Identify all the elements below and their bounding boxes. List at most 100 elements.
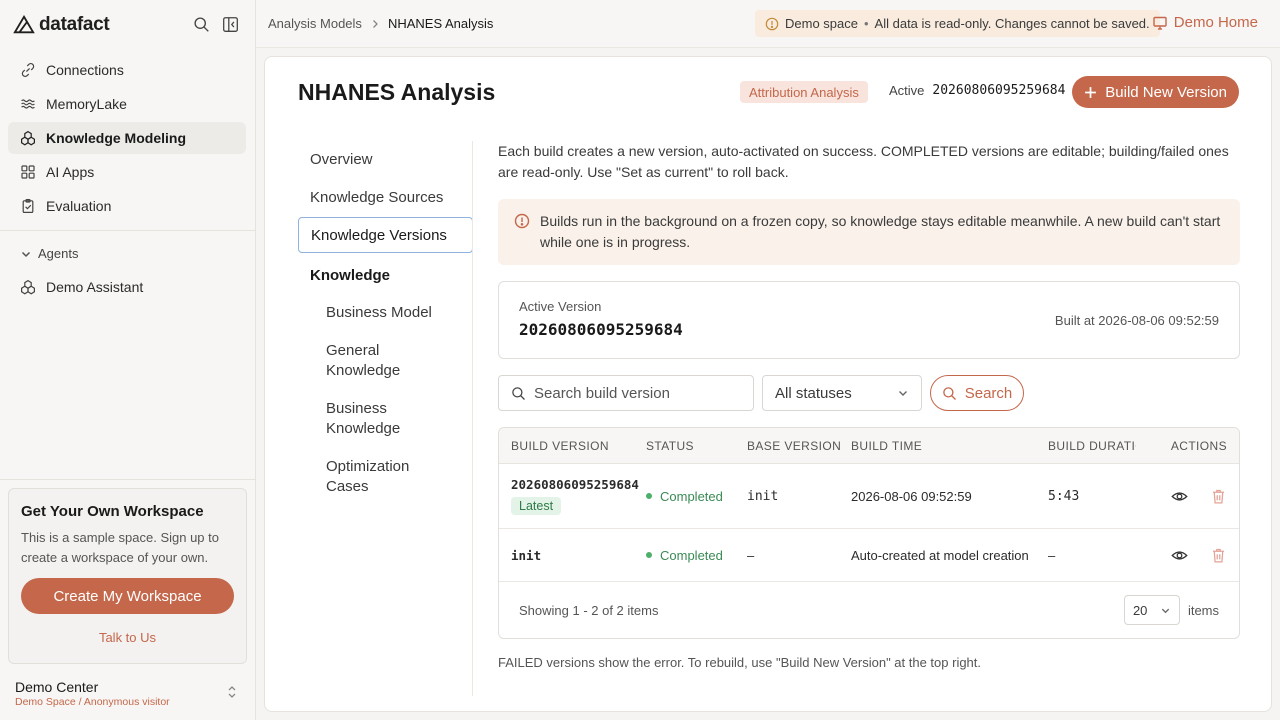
page-size-value: 20 bbox=[1132, 602, 1148, 618]
user-block[interactable]: Demo Center Demo Space / Anonymous visit… bbox=[15, 679, 170, 708]
chevron-down-icon bbox=[21, 251, 31, 257]
row-version-cell: 20260806095259684 Latest bbox=[499, 477, 646, 515]
active-version-label: Active Version bbox=[519, 299, 602, 314]
nav-item-label: Knowledge Modeling bbox=[46, 130, 186, 146]
intro-text: Each build creates a new version, auto-a… bbox=[498, 143, 1229, 180]
row-actions bbox=[1136, 547, 1239, 564]
row-status-cell: Completed bbox=[646, 489, 747, 504]
build-button-label: Build New Version bbox=[1105, 83, 1227, 101]
demo-home-label: Demo Home bbox=[1173, 14, 1258, 31]
user-name: Demo Center bbox=[15, 679, 99, 695]
eye-icon[interactable] bbox=[1171, 547, 1188, 564]
latest-badge: Latest bbox=[511, 497, 562, 515]
nav-item-connections[interactable]: Connections bbox=[8, 54, 246, 86]
row-build-time: Auto-created at model creation bbox=[851, 547, 1029, 563]
row-version: init bbox=[511, 547, 542, 563]
active-version-built-at: Built at 2026-08-06 09:52:59 bbox=[1054, 313, 1219, 328]
promo-title: Get Your Own Workspace bbox=[21, 503, 204, 520]
collapse-sidebar-icon[interactable] bbox=[222, 16, 239, 33]
info-icon bbox=[765, 17, 779, 30]
table-footer: Showing 1 - 2 of 2 items 20 items bbox=[499, 582, 1239, 638]
active-version-value: 20260806095259684 bbox=[932, 83, 1066, 98]
banner-separator-dot: • bbox=[863, 16, 869, 31]
chevron-updown-icon[interactable] bbox=[227, 685, 237, 699]
row-actions bbox=[1136, 488, 1239, 505]
sidebar-divider bbox=[0, 230, 255, 231]
active-version-number: 20260806095259684 bbox=[519, 320, 683, 339]
table-row: init Completed – Auto-created at model c… bbox=[499, 529, 1239, 582]
demo-home-link[interactable]: Demo Home bbox=[1152, 14, 1258, 31]
talk-to-us-link[interactable]: Talk to Us bbox=[21, 630, 234, 645]
chevron-down-icon bbox=[1161, 608, 1170, 613]
main-card: NHANES Analysis Attribution Analysis Act… bbox=[264, 56, 1272, 712]
sidebar-tools bbox=[193, 16, 239, 33]
datafact-logo-icon bbox=[13, 14, 35, 34]
search-icon[interactable] bbox=[193, 16, 210, 33]
active-version-meta: Active 20260806095259684 bbox=[889, 83, 1080, 98]
col-build-time: BUILD TIME bbox=[851, 438, 923, 453]
row-version-cell: init bbox=[499, 548, 646, 563]
subnav-business-knowledge[interactable]: Business Knowledge bbox=[298, 391, 438, 447]
breadcrumb: Analysis Models NHANES Analysis bbox=[268, 16, 493, 31]
nav-item-knowledge-modeling[interactable]: Knowledge Modeling bbox=[8, 122, 246, 154]
nav-item-ai-apps[interactable]: AI Apps bbox=[8, 156, 246, 188]
promo-text: This is a sample space. Sign up to creat… bbox=[21, 530, 219, 565]
pagination: 20 items bbox=[1123, 595, 1219, 625]
status-filter-select[interactable]: All statuses bbox=[762, 375, 922, 411]
status-completed: Completed bbox=[646, 489, 747, 504]
col-base-version: BASE VERSION bbox=[747, 438, 842, 453]
search-placeholder: Search build version bbox=[534, 384, 670, 402]
subnav-knowledge[interactable]: Knowledge bbox=[298, 257, 473, 293]
trash-icon[interactable] bbox=[1210, 547, 1227, 564]
row-status-cell: Completed bbox=[646, 548, 747, 563]
sidebar: datafact Connections MemoryLake Knowledg… bbox=[0, 0, 256, 720]
row-build-duration: 5:43 bbox=[1048, 488, 1080, 504]
cubes-icon bbox=[21, 130, 35, 146]
search-icon bbox=[512, 386, 525, 400]
brand-name: datafact bbox=[39, 14, 110, 35]
demo-banner-label: Demo space bbox=[785, 16, 858, 31]
status-completed: Completed bbox=[646, 548, 747, 563]
demo-banner: Demo space • All data is read-only. Chan… bbox=[755, 10, 1160, 37]
col-status: STATUS bbox=[646, 438, 694, 453]
subnav-general-knowledge[interactable]: General Knowledge bbox=[298, 333, 438, 389]
nav-item-memorylake[interactable]: MemoryLake bbox=[8, 88, 246, 120]
nav-item-label: Connections bbox=[46, 62, 124, 78]
agent-item-demo-assistant[interactable]: Demo Assistant bbox=[20, 279, 143, 295]
versions-table: BUILD VERSION STATUS BASE VERSION BUILD … bbox=[498, 427, 1240, 639]
subnav-knowledge-sources[interactable]: Knowledge Sources bbox=[298, 179, 473, 215]
search-button-label: Search bbox=[964, 384, 1013, 402]
subnav-overview[interactable]: Overview bbox=[298, 141, 473, 177]
nav-item-evaluation[interactable]: Evaluation bbox=[8, 190, 246, 222]
subnav-optimization-cases[interactable]: Optimization Cases bbox=[298, 449, 438, 505]
eye-icon[interactable] bbox=[1171, 488, 1188, 505]
nav-item-label: AI Apps bbox=[46, 164, 95, 180]
search-button[interactable]: Search bbox=[930, 375, 1024, 411]
chevron-down-icon bbox=[899, 391, 907, 396]
col-actions: ACTIONS bbox=[1170, 438, 1227, 453]
monitor-icon bbox=[1153, 16, 1167, 30]
active-version-card: Active Version 20260806095259684 Built a… bbox=[498, 281, 1240, 359]
build-version-search-input[interactable]: Search build version bbox=[498, 375, 754, 411]
status-label: Completed bbox=[660, 488, 723, 504]
page-size-select[interactable]: 20 bbox=[1123, 595, 1180, 625]
subnav-knowledge-versions[interactable]: Knowledge Versions bbox=[298, 217, 473, 253]
trash-icon[interactable] bbox=[1210, 488, 1227, 505]
breadcrumb-analysis-models[interactable]: Analysis Models bbox=[268, 16, 362, 31]
grid-icon bbox=[21, 165, 35, 179]
search-icon bbox=[942, 386, 956, 400]
brand-logo[interactable]: datafact bbox=[13, 14, 110, 36]
create-workspace-button[interactable]: Create My Workspace bbox=[21, 578, 234, 614]
col-build-duration: BUILD DURATION bbox=[1048, 438, 1136, 453]
info-icon bbox=[514, 213, 530, 229]
agents-section-toggle[interactable]: Agents bbox=[20, 246, 78, 261]
status-dot bbox=[646, 552, 652, 558]
agent-item-label: Demo Assistant bbox=[46, 279, 144, 295]
main-nav: Connections MemoryLake Knowledge Modelin… bbox=[8, 54, 246, 224]
clipboard-icon bbox=[22, 199, 34, 213]
page-size-unit: items bbox=[1187, 602, 1219, 618]
analysis-type-tag: Attribution Analysis bbox=[740, 81, 868, 103]
build-new-version-button[interactable]: Build New Version bbox=[1072, 76, 1239, 108]
model-subnav: Overview Knowledge Sources Knowledge Ver… bbox=[298, 141, 473, 507]
subnav-business-model[interactable]: Business Model bbox=[298, 295, 473, 331]
